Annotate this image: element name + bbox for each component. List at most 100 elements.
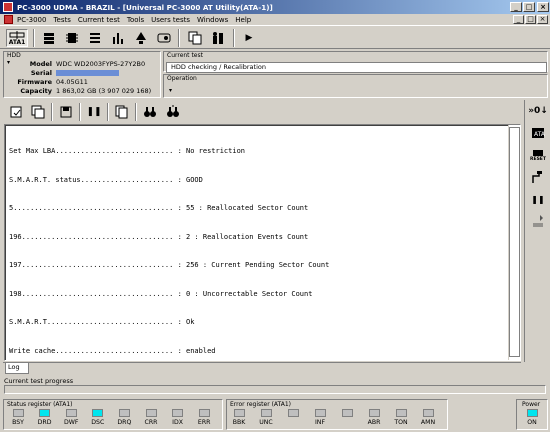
- log-scroll-thumb[interactable]: [509, 127, 520, 357]
- status-led: DWF: [61, 409, 81, 426]
- operation-collapse-icon[interactable]: ▾: [169, 87, 172, 94]
- error-led-light: [341, 409, 353, 417]
- tree-button[interactable]: [132, 29, 150, 47]
- log-toolbar: ❚❚: [4, 100, 521, 124]
- progress-bar: [4, 385, 546, 394]
- log-line: Write cache............................ …: [9, 346, 216, 355]
- status-led-label: DWF: [63, 419, 79, 426]
- hdd-panel: HDD ▾ Model WDC WD2003FYPS-27Y2B0 Serial…: [3, 51, 161, 98]
- find-next-button[interactable]: [164, 103, 182, 121]
- error-led-light: [422, 409, 434, 417]
- menu-tools[interactable]: Tools: [127, 16, 144, 24]
- error-led-light: [395, 409, 407, 417]
- side-reset-button[interactable]: RESET: [528, 146, 548, 164]
- side-power-button[interactable]: [528, 168, 548, 186]
- list-icon: [90, 33, 100, 43]
- log-line: S.M.A.R.T. status...................... …: [9, 175, 203, 184]
- status-led-label: IDX: [172, 419, 183, 426]
- hdd-icon: [157, 33, 171, 43]
- open-log-button[interactable]: [7, 103, 25, 121]
- find-button[interactable]: [141, 103, 159, 121]
- tab-strip-line: [3, 362, 521, 363]
- status-led-light: [39, 409, 51, 417]
- ata-id-icon: ATA: [532, 128, 546, 138]
- status-led-label: ERR: [197, 419, 211, 426]
- side-pause-button[interactable]: ❚❚: [528, 190, 548, 208]
- list-button[interactable]: [86, 29, 104, 47]
- ata-port-label: ATA1: [8, 38, 26, 46]
- model-value: WDC WD2003FYPS-27Y2B0: [56, 60, 146, 68]
- error-led-label: UNC: [259, 419, 273, 426]
- reset-label: RESET: [530, 156, 546, 162]
- error-led-light: [368, 409, 380, 417]
- status-led-light: [172, 409, 184, 417]
- error-led-label: ABR: [367, 419, 381, 426]
- pause-log-button[interactable]: ❚❚: [85, 103, 103, 121]
- menu-current-test[interactable]: Current test: [78, 16, 120, 24]
- ata-power-icon: »0↓: [528, 106, 548, 116]
- chip-icon: [66, 33, 78, 43]
- save-log-button[interactable]: [57, 103, 75, 121]
- menu-users-tests[interactable]: Users tests: [151, 16, 190, 24]
- copy-button[interactable]: [186, 29, 204, 47]
- side-ata-button[interactable]: »0↓: [528, 102, 548, 120]
- copy-log-button[interactable]: [113, 103, 131, 121]
- status-led-label: DSC: [91, 419, 105, 426]
- error-led: ABR: [364, 409, 384, 426]
- tab-log[interactable]: Log: [5, 363, 29, 374]
- error-led: INF: [310, 409, 330, 426]
- status-led-light: [65, 409, 77, 417]
- chip-button[interactable]: [63, 29, 81, 47]
- log-scrollbar[interactable]: [508, 125, 520, 360]
- scroll-arrows-icon: [533, 215, 543, 227]
- error-led: AMN: [418, 409, 438, 426]
- side-pause-icon: ❚❚: [531, 194, 545, 204]
- drive-stack-icon: [44, 33, 54, 44]
- status-led-light: [198, 409, 210, 417]
- menu-windows[interactable]: Windows: [197, 16, 228, 24]
- error-led-label: BBK: [232, 419, 246, 426]
- menu-tests[interactable]: Tests: [53, 16, 70, 24]
- mdi-restore-button[interactable]: □: [525, 15, 536, 24]
- close-button[interactable]: ×: [537, 2, 549, 12]
- current-test-panel: Current test HDD checking / Recalibratio…: [163, 51, 548, 73]
- drive-info-button[interactable]: [40, 29, 58, 47]
- power-led: ON: [522, 409, 542, 426]
- menu-pc3000[interactable]: PC-3000: [17, 16, 46, 24]
- side-scroll-button[interactable]: [528, 212, 548, 230]
- mdi-minimize-button[interactable]: _: [513, 15, 524, 24]
- error-led: UNC: [256, 409, 276, 426]
- menu-help[interactable]: Help: [235, 16, 251, 24]
- log-text-area[interactable]: Set Max LBA............................ …: [4, 124, 521, 361]
- log-line: 197.................................... …: [9, 261, 330, 269]
- maximize-button[interactable]: □: [523, 2, 535, 12]
- minimize-button[interactable]: _: [510, 2, 522, 12]
- floppy-icon: [60, 106, 72, 118]
- status-led: DSC: [88, 409, 108, 426]
- disk-button[interactable]: [155, 29, 173, 47]
- error-led-label: TON: [394, 419, 408, 426]
- play-button[interactable]: ▶: [240, 29, 258, 47]
- mdi-close-button[interactable]: ×: [537, 15, 548, 24]
- window-title: PC-3000 UDMA - BRAZIL - [Universal PC-30…: [17, 2, 273, 12]
- error-led-label: INF: [314, 419, 325, 426]
- status-led: DRQ: [114, 409, 134, 426]
- chart-button[interactable]: [109, 29, 127, 47]
- run-test-button[interactable]: [209, 29, 227, 47]
- ata-port-button[interactable]: ATA1: [6, 29, 28, 47]
- menu-app-icon[interactable]: [4, 15, 13, 24]
- status-register-group: Status register (ATA1) BSY DRD DWF DSC DRQ CR…: [3, 399, 223, 430]
- error-led-light: [233, 409, 245, 417]
- firmware-value: 04.05G11: [56, 78, 88, 86]
- error-led-label: AMN: [420, 419, 436, 426]
- side-ata-id-button[interactable]: ATA: [528, 124, 548, 142]
- pause-icon: ❚❚: [86, 107, 102, 117]
- error-led-light: [314, 409, 326, 417]
- save-as-log-button[interactable]: [29, 103, 47, 121]
- status-led-label: BSY: [12, 419, 24, 426]
- operation-panel: Operation ▾: [163, 74, 548, 98]
- operation-label: Operation: [167, 75, 197, 82]
- error-led: [283, 409, 303, 419]
- svg-text:ATA: ATA: [534, 131, 546, 138]
- side-toolbar: »0↓ ATA RESET ❚❚: [524, 100, 548, 362]
